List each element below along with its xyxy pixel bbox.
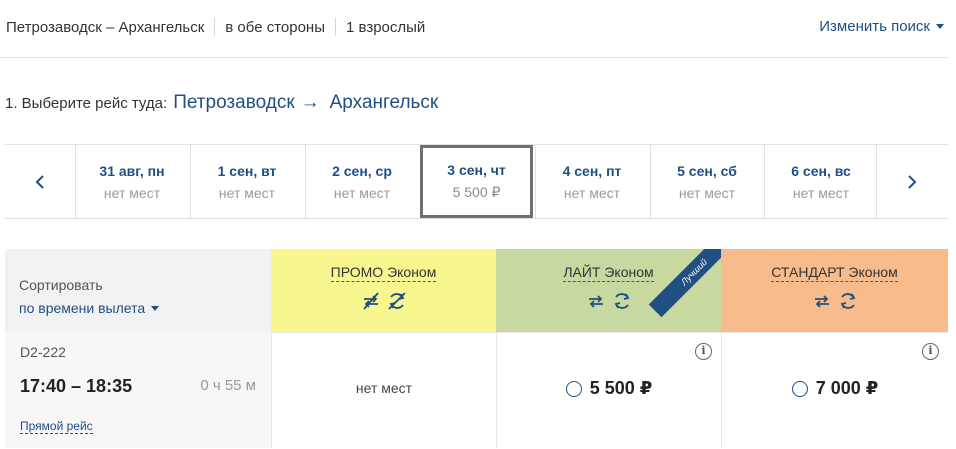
next-dates-button[interactable] (876, 145, 947, 218)
standard-price-option[interactable]: 7 000 ₽ (722, 378, 948, 399)
no-exchange-icon (362, 292, 379, 310)
step-from: Петрозаводск (173, 92, 295, 113)
date-option[interactable]: 6 сен, вс нет мест (764, 145, 877, 218)
sort-label: Сортировать (19, 277, 103, 293)
fare-price: 5 500 ₽ (589, 378, 653, 398)
chevron-down-icon (936, 24, 944, 29)
summary-passengers: 1 взрослый (346, 18, 426, 36)
chevron-right-icon (908, 174, 917, 189)
summary-route: Петрозаводск – Архангельск (6, 18, 205, 36)
direct-flight-link[interactable]: Прямой рейс (20, 419, 93, 434)
change-search-label: Изменить поиск (819, 18, 930, 35)
fare-name[interactable]: ПРОМО Эконом (330, 264, 437, 282)
date-option[interactable]: 2 сен, ср нет мест (305, 145, 418, 218)
step-title: 1. Выберите рейс туда: Петрозаводск → Ар… (5, 92, 438, 114)
chevron-left-icon (35, 174, 44, 189)
radio-button[interactable] (565, 380, 582, 397)
date-status: нет мест (103, 184, 161, 201)
search-summary: Петрозаводск – Архангельск в обе стороны… (6, 18, 425, 36)
fare-cell-lite: i 5 500 ₽ (496, 332, 721, 448)
flight-duration: 0 ч 55 м (200, 377, 256, 394)
refund-icon (840, 293, 855, 309)
date-status: нет мест (563, 184, 621, 201)
sort-dropdown[interactable]: по времени вылета (19, 300, 160, 316)
date-option[interactable]: 31 авг, пн нет мест (75, 145, 188, 218)
date-label: 6 сен, вс (791, 162, 851, 179)
date-status: нет мест (333, 184, 391, 201)
sort-value: по времени вылета (19, 300, 146, 316)
radio-button[interactable] (791, 380, 808, 397)
date-option[interactable]: 1 сен, вт нет мест (190, 145, 303, 218)
fare-name[interactable]: ЛАЙТ Эконом (563, 264, 654, 282)
sort-control: Сортировать по времени вылета (5, 249, 271, 332)
no-refund-icon (387, 292, 406, 310)
date-status: нет мест (218, 184, 276, 201)
fare-cell-standard: i 7 000 ₽ (721, 332, 948, 448)
date-option[interactable]: 4 сен, пт нет мест (535, 145, 648, 218)
fare-header-lite: Лучший ЛАЙТ Эконом (496, 249, 721, 332)
date-option-selected[interactable]: 3 сен, чт 5 500 ₽ (420, 145, 533, 218)
refund-icon (614, 293, 629, 309)
fare-header-standard: СТАНДАРТ Эконом (721, 249, 948, 332)
summary-trip-type: в обе стороны (225, 18, 326, 36)
date-selector: 31 авг, пн нет мест 1 сен, вт нет мест 2… (5, 144, 948, 219)
exchange-icon (814, 295, 829, 308)
date-status: нет мест (678, 184, 736, 201)
flight-time: 17:40 – 18:35 (20, 376, 133, 396)
date-label: 5 сен, сб (677, 162, 737, 179)
exchange-icon (588, 295, 603, 308)
divider (0, 57, 948, 58)
divider (214, 18, 216, 36)
flight-number: D2-222 (20, 344, 66, 360)
date-label: 31 авг, пн (99, 162, 165, 179)
info-icon[interactable]: i (922, 343, 939, 360)
lite-price-option[interactable]: 5 500 ₽ (497, 378, 721, 399)
divider (335, 18, 337, 36)
change-search-button[interactable]: Изменить поиск (819, 18, 944, 35)
arrow-right-icon: → (300, 92, 320, 113)
date-status: нет мест (792, 184, 850, 201)
prev-dates-button[interactable] (5, 145, 75, 218)
step-to: Архангельск (329, 92, 439, 113)
info-icon[interactable]: i (695, 343, 712, 360)
no-seats-text: нет мест (355, 380, 413, 396)
fare-price: 7 000 ₽ (815, 378, 879, 398)
date-label: 4 сен, пт (562, 162, 622, 179)
date-price: 5 500 ₽ (452, 184, 501, 200)
chevron-down-icon (151, 305, 160, 311)
date-option[interactable]: 5 сен, сб нет мест (650, 145, 763, 218)
step-prefix: 1. Выберите рейс туда: (5, 95, 168, 112)
fare-name[interactable]: СТАНДАРТ Эконом (771, 264, 898, 282)
fare-header-promo: ПРОМО Эконом (271, 249, 496, 332)
date-label: 3 сен, чт (447, 162, 506, 178)
flight-info: D2-222 17:40 – 18:35 0 ч 55 м Прямой рей… (5, 332, 271, 448)
fare-cell-promo: нет мест (271, 332, 496, 448)
date-label: 1 сен, вт (217, 162, 277, 179)
date-label: 2 сен, ср (332, 162, 392, 179)
